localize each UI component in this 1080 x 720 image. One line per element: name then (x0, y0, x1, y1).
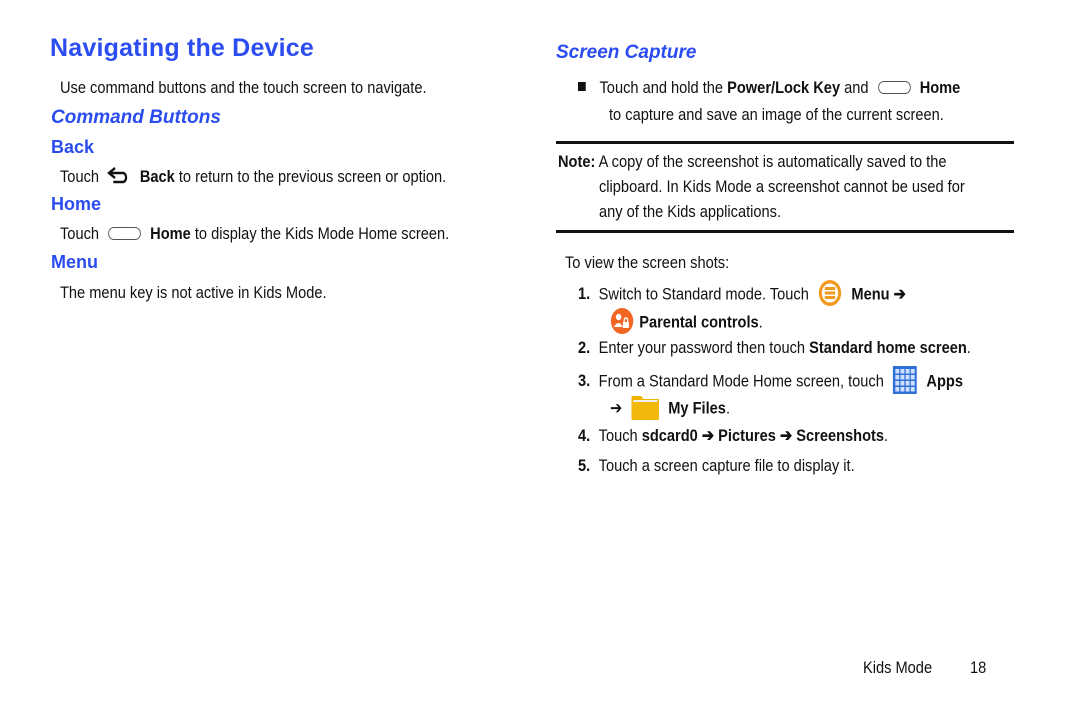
step-number: 2. (578, 338, 591, 357)
step-4: 4. Touch sdcard0 ➔ Pictures ➔ Screenshots… (578, 426, 888, 446)
view-intro: To view the screen shots: (565, 253, 730, 272)
menu-heading: Menu (51, 252, 98, 272)
step-number: 1. (578, 284, 591, 304)
intro-text: Use command buttons and the touch screen… (60, 78, 427, 97)
my-files-folder-icon (631, 396, 660, 420)
punct: . (725, 398, 731, 418)
step-1: 1. Switch to Standard mode. Touch Menu ➔ (578, 280, 906, 309)
menu-icon (818, 280, 842, 306)
arrow: ➔ (610, 398, 623, 418)
home-post: to display the Kids Mode Home screen. (194, 224, 450, 243)
capture-bullet-line1: Touch and hold the Power/Lock Key and Ho… (578, 78, 960, 98)
back-arrow-icon (107, 166, 128, 183)
home-key-icon (877, 81, 911, 95)
page-number: 18 (970, 658, 987, 677)
home-description: Touch Home to display the Kids Mode Home… (60, 224, 449, 244)
step-2: 2. Enter your password then touch Standar… (578, 338, 971, 358)
bullet-mid: and (844, 78, 869, 97)
home-heading: Home (51, 194, 102, 214)
back-bold: Back (139, 167, 175, 186)
step-3: 3. From a Standard Mode Home screen, touc… (578, 366, 963, 396)
back-pre: Touch (60, 167, 100, 186)
step-number: 3. (578, 371, 591, 391)
home-key-icon (108, 227, 141, 241)
home-pre: Touch (60, 224, 100, 243)
menu-description: The menu key is not active in Kids Mode. (60, 283, 327, 302)
back-description: Touch Back to return to the previous scr… (60, 166, 447, 187)
note-text-1: A copy of the screenshot is automaticall… (598, 152, 947, 171)
command-buttons-heading: Command Buttons (51, 107, 221, 128)
standard-home-screen-label: Standard home screen (809, 338, 967, 357)
note-line1: Note: A copy of the screenshot is automa… (558, 152, 946, 172)
apps-grid-icon (893, 366, 918, 394)
step-text: From a Standard Mode Home screen, touch (598, 371, 884, 391)
step-5: 5. Touch a screen capture file to display… (578, 456, 855, 476)
step-text: Touch (598, 426, 638, 445)
note-bottom-rule (556, 230, 1014, 233)
menu-label: Menu ➔ (851, 284, 906, 304)
capture-bullet-line2: to capture and save an image of the curr… (609, 105, 944, 124)
home-label: Home (919, 78, 961, 97)
punct: . (884, 426, 889, 445)
parental-controls-icon (610, 308, 634, 334)
screen-capture-heading: Screen Capture (556, 42, 697, 63)
back-heading: Back (51, 137, 95, 157)
punct: . (758, 312, 763, 332)
path-label: sdcard0 ➔ Pictures ➔ Screenshots (641, 426, 885, 445)
note-line2: clipboard. In Kids Mode a screenshot can… (599, 177, 965, 196)
note-label: Note: (558, 152, 596, 171)
note-line3: any of the Kids applications. (599, 202, 782, 221)
step-text: Touch a screen capture file to display i… (598, 456, 855, 475)
punct: . (966, 338, 971, 357)
my-files-label: My Files (668, 398, 726, 418)
bullet-square-icon (578, 82, 586, 91)
parental-controls-label: Parental controls (639, 312, 759, 332)
step-number: 4. (578, 426, 591, 445)
power-lock-key-label: Power/Lock Key (727, 78, 841, 97)
note-top-rule (556, 141, 1014, 144)
step-1-line2: Parental controls. (610, 308, 763, 337)
step-text: Enter your password then touch (598, 338, 806, 357)
apps-label: Apps (926, 371, 963, 391)
page-title: Navigating the Device (50, 34, 315, 62)
step-number: 5. (578, 456, 591, 475)
footer-section: Kids Mode (863, 658, 933, 677)
back-post: to return to the previous screen or opti… (178, 167, 447, 186)
bullet-pre: Touch and hold the (599, 78, 724, 97)
step-3-line2: ➔ My Files. (610, 396, 730, 422)
step-text: Switch to Standard mode. Touch (598, 284, 809, 304)
home-bold: Home (150, 224, 191, 243)
